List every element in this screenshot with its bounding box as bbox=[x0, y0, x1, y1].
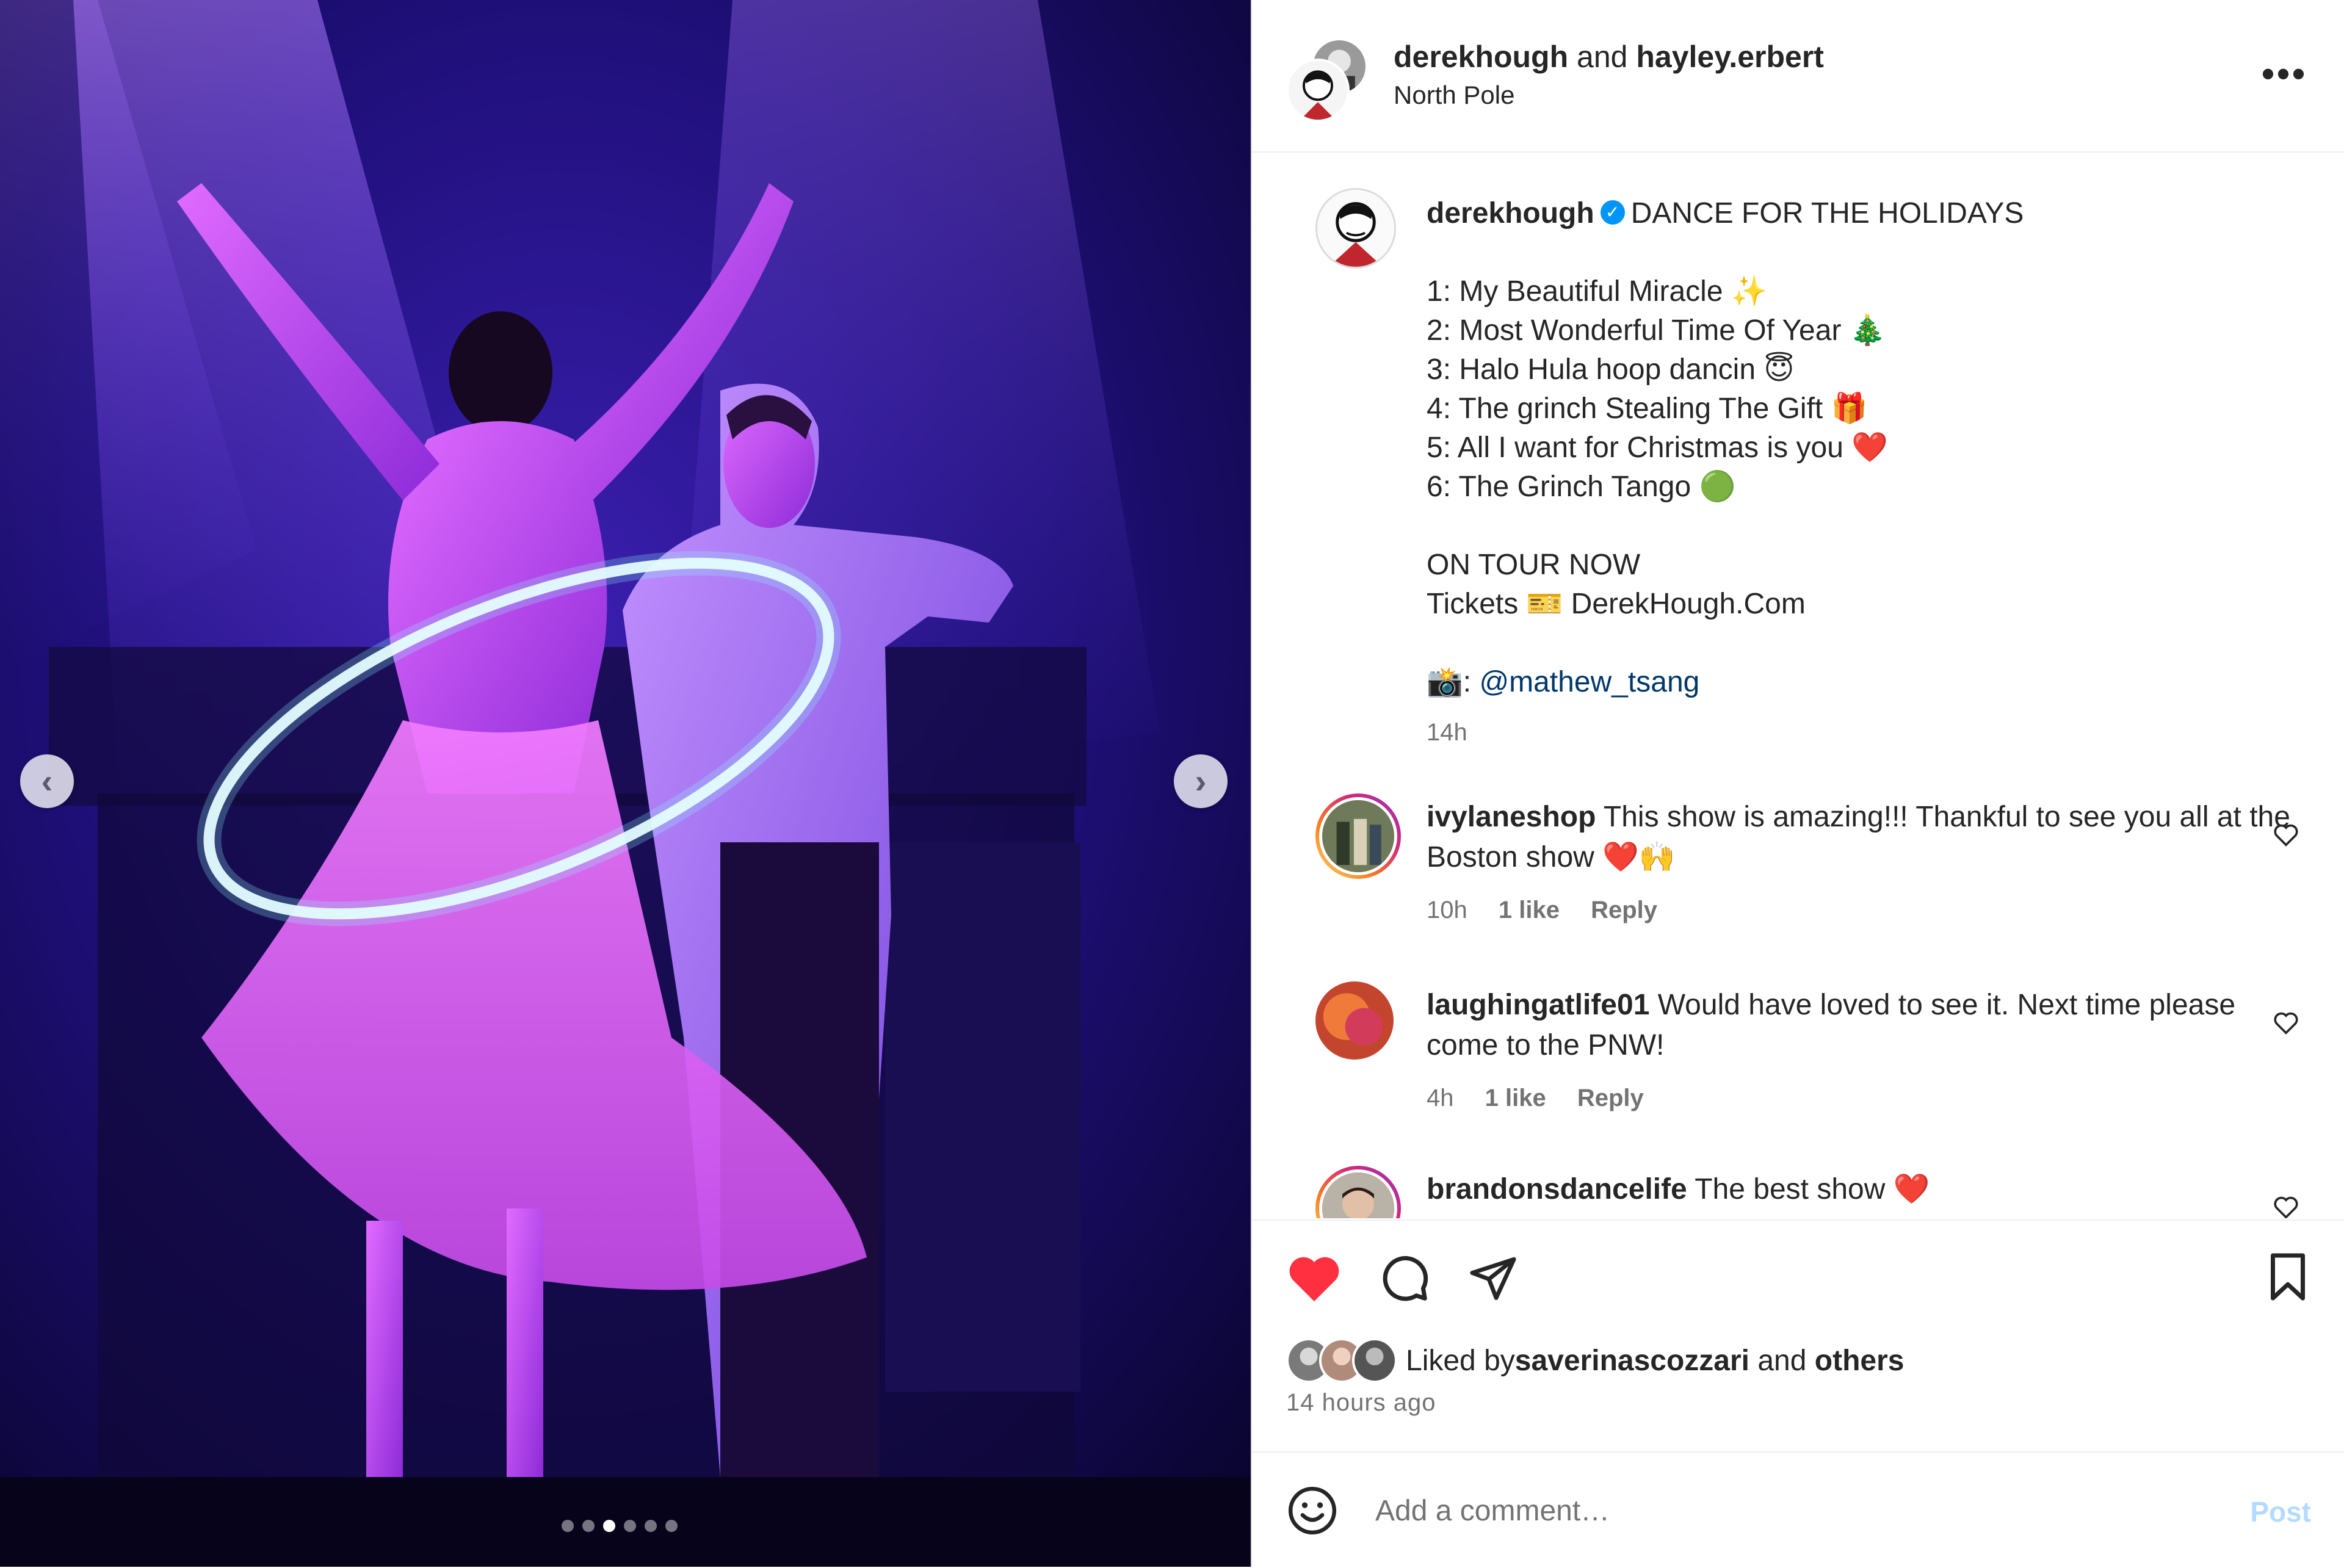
comments-scroll-area[interactable]: derekhough ✓ DANCE FOR THE HOLIDAYS 1: My … bbox=[1252, 153, 2344, 1218]
caption-username[interactable]: derekhough bbox=[1427, 197, 1594, 229]
avatar bbox=[1286, 59, 1350, 122]
bookmark-icon[interactable] bbox=[2266, 1251, 2310, 1306]
post-comment-button[interactable]: Post bbox=[2250, 1495, 2311, 1528]
avatar[interactable] bbox=[1315, 981, 1394, 1060]
dance-photo bbox=[0, 0, 1251, 1567]
post-actions: Liked by saverinascozzari and others 14 … bbox=[1252, 1219, 2344, 1453]
caption-timestamp[interactable]: 14h bbox=[1427, 713, 2281, 752]
liked-by-row[interactable]: Liked by saverinascozzari and others bbox=[1286, 1338, 1904, 1383]
author-username[interactable]: derekhough bbox=[1394, 40, 1568, 74]
carousel-dot bbox=[624, 1520, 636, 1532]
comment-icon[interactable] bbox=[1379, 1252, 1430, 1307]
post-timestamp[interactable]: 14 hours ago bbox=[1286, 1389, 1436, 1417]
liked-by-user[interactable]: saverinascozzari bbox=[1515, 1344, 1749, 1378]
add-comment-input[interactable] bbox=[1374, 1484, 2170, 1537]
tour-line: ON TOUR NOW bbox=[1427, 549, 1641, 581]
heart-outline-icon[interactable] bbox=[2273, 1011, 2299, 1042]
setlist-line: 5: All I want for Christmas is you ❤️ bbox=[1427, 432, 1888, 464]
setlist-line: 2: Most Wonderful Time Of Year 🎄 bbox=[1427, 314, 1886, 347]
avatar bbox=[1352, 1338, 1397, 1383]
post-location[interactable]: North Pole bbox=[1394, 81, 1514, 110]
liker-avatars bbox=[1286, 1338, 1397, 1383]
caption-body: derekhough ✓ DANCE FOR THE HOLIDAYS 1: My … bbox=[1427, 194, 2281, 752]
setlist-line: 3: Halo Hula hoop dancin 😇 bbox=[1427, 353, 1795, 386]
post-details-panel: derekhough and hayley.erbert North Pole … bbox=[1251, 0, 2344, 1567]
setlist-line: 6: The Grinch Tango 🟢 bbox=[1427, 471, 1736, 503]
liked-by-prefix: Liked by bbox=[1406, 1344, 1515, 1377]
carousel-dot bbox=[582, 1520, 595, 1532]
coauthor-username[interactable]: hayley.erbert bbox=[1636, 40, 1824, 74]
heart-outline-icon[interactable] bbox=[2273, 1195, 2299, 1218]
comment-timestamp[interactable]: 10h bbox=[1427, 897, 1467, 923]
carousel-dot bbox=[645, 1520, 657, 1532]
verified-badge-icon: ✓ bbox=[1600, 200, 1625, 225]
chevron-left-icon: ‹ bbox=[41, 762, 53, 800]
liked-by-and: and bbox=[1749, 1344, 1815, 1377]
setlist-line: 1: My Beautiful Miracle ✨ bbox=[1427, 275, 1768, 308]
carousel-dot bbox=[665, 1520, 678, 1532]
authors-joiner: and bbox=[1568, 40, 1637, 74]
liked-by-others[interactable]: others bbox=[1815, 1344, 1905, 1378]
more-options-icon[interactable]: ••• bbox=[2262, 52, 2307, 95]
emoji-smiley-icon[interactable] bbox=[1286, 1484, 1339, 1540]
photo-credit-label: 📸: bbox=[1427, 666, 1480, 698]
caption-title: DANCE FOR THE HOLIDAYS bbox=[1630, 197, 2024, 229]
comment-likes[interactable]: 1 like bbox=[1485, 1085, 1546, 1111]
carousel-dots bbox=[562, 1520, 678, 1532]
tickets-line: Tickets 🎫 DerekHough.Com bbox=[1427, 588, 1806, 620]
like-heart-filled-icon[interactable] bbox=[1286, 1252, 1342, 1307]
comment-text: The best show ❤️ bbox=[1695, 1173, 1930, 1205]
previous-slide-button[interactable]: ‹ bbox=[20, 754, 74, 808]
setlist-line: 4: The grinch Stealing The Gift 🎁 bbox=[1427, 392, 1868, 425]
post-viewer: ‹ › derekhough and hayley.erbert North P… bbox=[0, 0, 2344, 1567]
collab-avatars[interactable] bbox=[1286, 38, 1368, 122]
comment-username[interactable]: laughingatlife01 bbox=[1427, 989, 1649, 1021]
carousel-dot bbox=[562, 1520, 574, 1532]
comment-timestamp[interactable]: 4h bbox=[1427, 1085, 1454, 1111]
post-authors: derekhough and hayley.erbert bbox=[1394, 39, 1824, 74]
share-paper-plane-icon[interactable] bbox=[1467, 1253, 1519, 1306]
post-header: derekhough and hayley.erbert North Pole … bbox=[1252, 0, 2344, 153]
post-media[interactable]: ‹ › bbox=[0, 0, 1251, 1567]
comment-username[interactable]: brandonsdancelife bbox=[1427, 1173, 1687, 1205]
avatar[interactable] bbox=[1315, 793, 1401, 879]
comment-likes[interactable]: 1 like bbox=[1499, 897, 1560, 923]
avatar[interactable] bbox=[1315, 188, 1396, 269]
comment-username[interactable]: ivylaneshop bbox=[1427, 801, 1596, 833]
comment-composer: Post bbox=[1252, 1451, 2344, 1568]
heart-outline-icon[interactable] bbox=[2273, 823, 2299, 854]
carousel-dot-active bbox=[603, 1520, 615, 1532]
avatar[interactable] bbox=[1315, 1166, 1401, 1218]
photographer-mention[interactable]: @mathew_tsang bbox=[1479, 666, 1699, 698]
reply-button[interactable]: Reply bbox=[1591, 897, 1657, 923]
reply-button[interactable]: Reply bbox=[1577, 1085, 1644, 1111]
chevron-right-icon: › bbox=[1195, 762, 1207, 800]
next-slide-button[interactable]: › bbox=[1174, 754, 1228, 808]
